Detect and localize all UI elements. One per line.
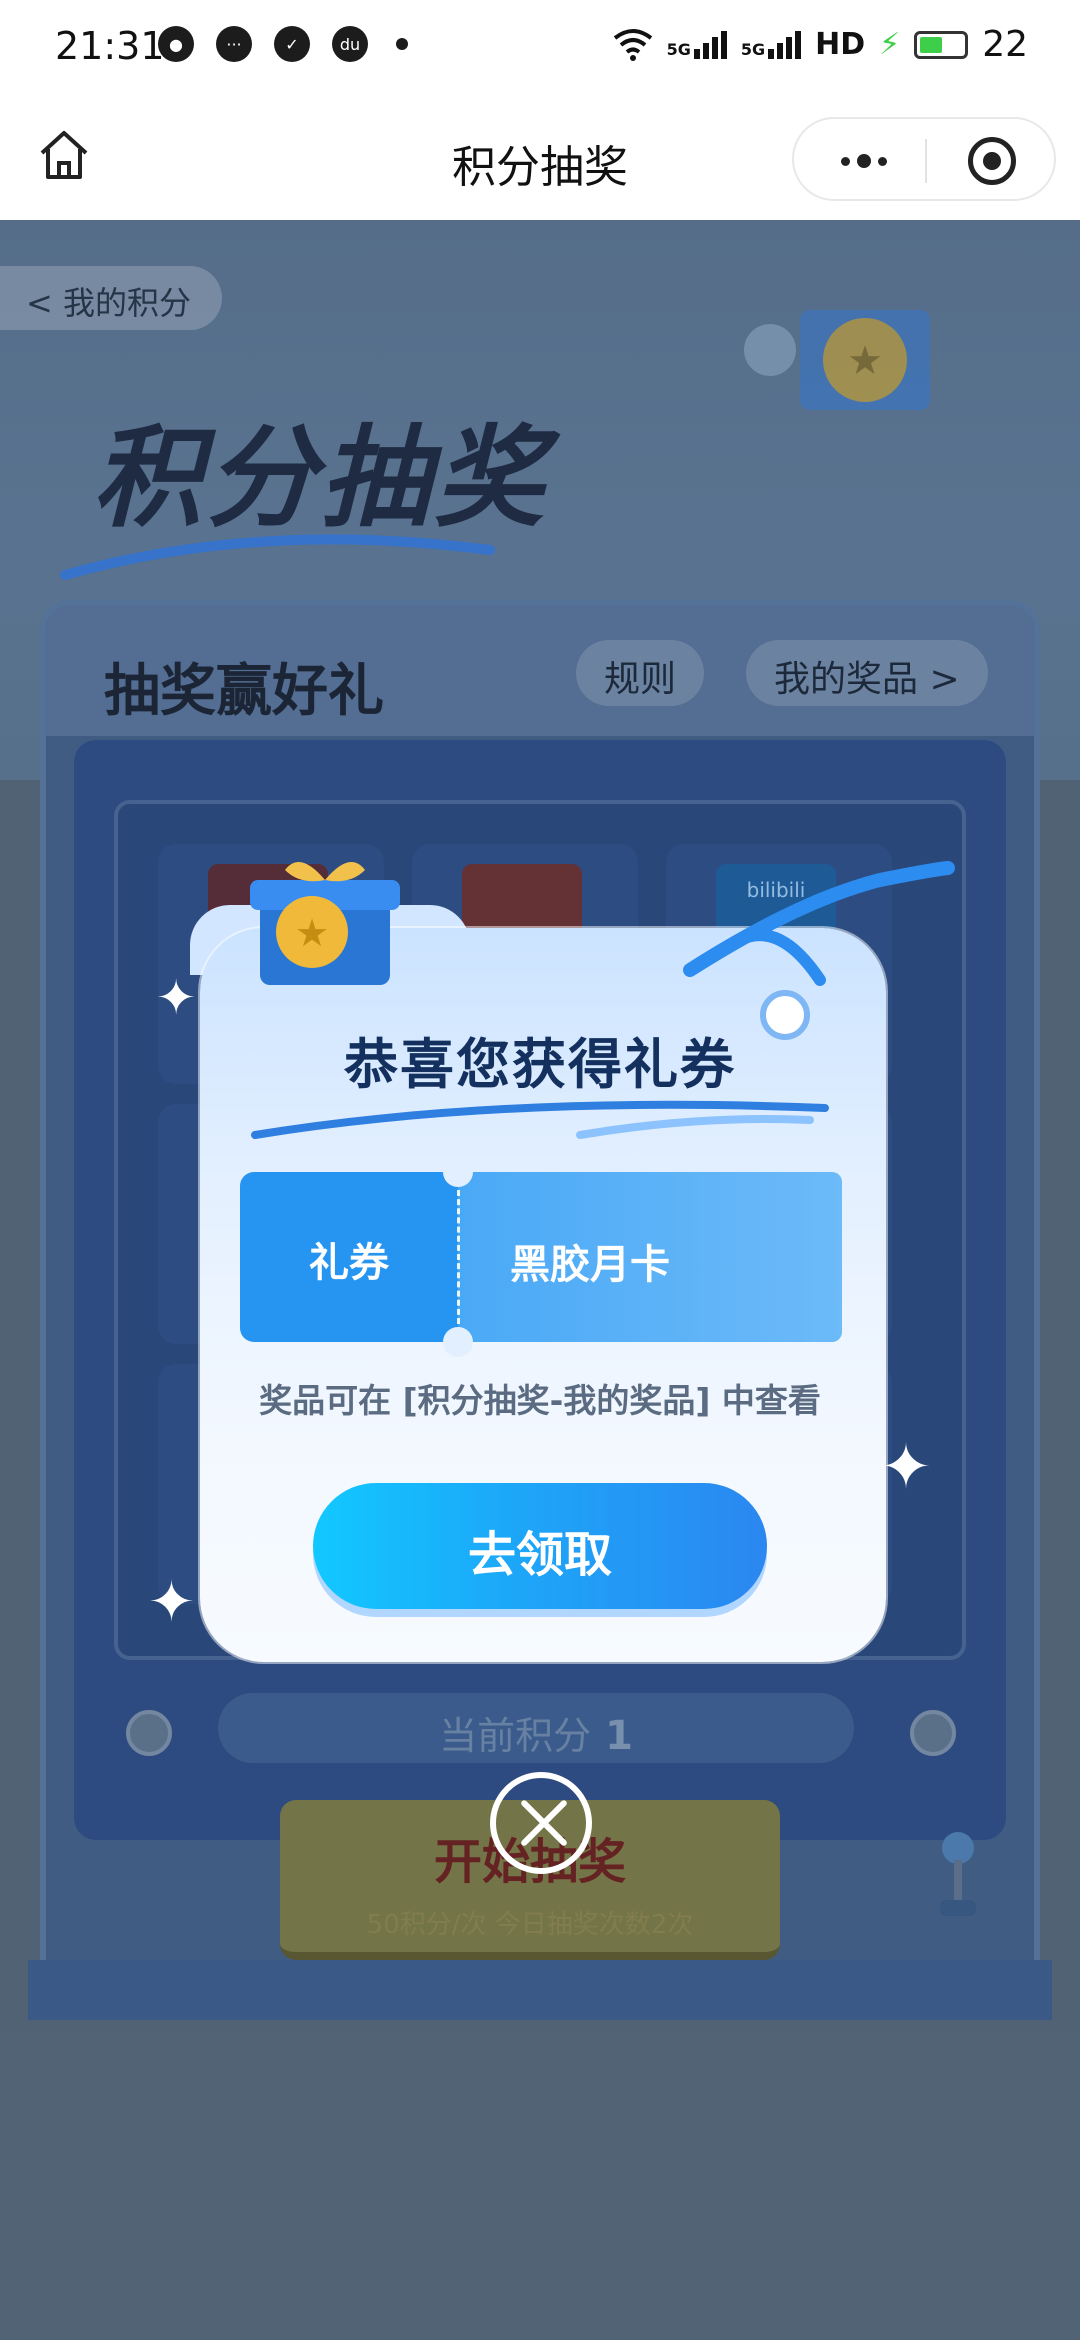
battery-level: 22 xyxy=(982,24,1028,65)
message-icon: ··· xyxy=(216,26,252,62)
mini-program-title-bar: 积分抽奖 xyxy=(0,95,1080,220)
dialog-note: 奖品可在 [积分抽奖-我的奖品] 中查看 xyxy=(259,1381,821,1420)
title-swoosh xyxy=(251,1100,829,1139)
sparkle-icon: ✦ xyxy=(880,1430,932,1503)
close-dialog-button[interactable] xyxy=(490,1772,592,1874)
close-miniprogram-icon[interactable] xyxy=(968,137,1016,185)
charging-icon: ⚡ xyxy=(879,27,901,62)
dot-icon xyxy=(396,38,408,50)
battery-icon xyxy=(914,30,969,59)
sparkle-icon: ✦ xyxy=(148,1570,195,1635)
coupon-card: 礼券 黑胶月卡 xyxy=(240,1157,842,1357)
gift-box-icon: ★ xyxy=(250,862,400,985)
du-location-icon: du xyxy=(332,26,368,62)
check-circle-icon: ✓ xyxy=(274,26,310,62)
status-time: 21:31 xyxy=(55,24,165,68)
signal-icon: 5G xyxy=(740,30,802,59)
coupon-type: 礼券 xyxy=(309,1240,389,1286)
notification-icons: ● ··· ✓ du xyxy=(158,26,408,62)
sparkle-icon: ✦ xyxy=(156,970,197,1026)
coupon-name: 黑胶月卡 xyxy=(510,1242,670,1288)
more-icon[interactable] xyxy=(824,143,904,179)
signal-icon: 5G xyxy=(666,30,727,59)
dialog-title: 恭喜您获得礼券 xyxy=(344,1033,736,1096)
chat-bubble-icon: ● xyxy=(158,26,194,62)
capsule-divider xyxy=(925,139,927,183)
hd-indicator: HD xyxy=(815,27,866,62)
svg-text:★: ★ xyxy=(295,911,329,955)
claim-button[interactable]: 去领取 xyxy=(313,1483,767,1609)
network-type-2: 5G xyxy=(740,39,766,59)
status-bar: 21:31 ● ··· ✓ du 5G 5G HD ⚡ 22 xyxy=(0,0,1080,95)
status-right: 5G 5G HD ⚡ 22 xyxy=(613,24,1028,65)
wifi-icon xyxy=(613,28,652,61)
capsule-menu xyxy=(792,117,1056,201)
network-type-1: 5G xyxy=(666,39,691,59)
